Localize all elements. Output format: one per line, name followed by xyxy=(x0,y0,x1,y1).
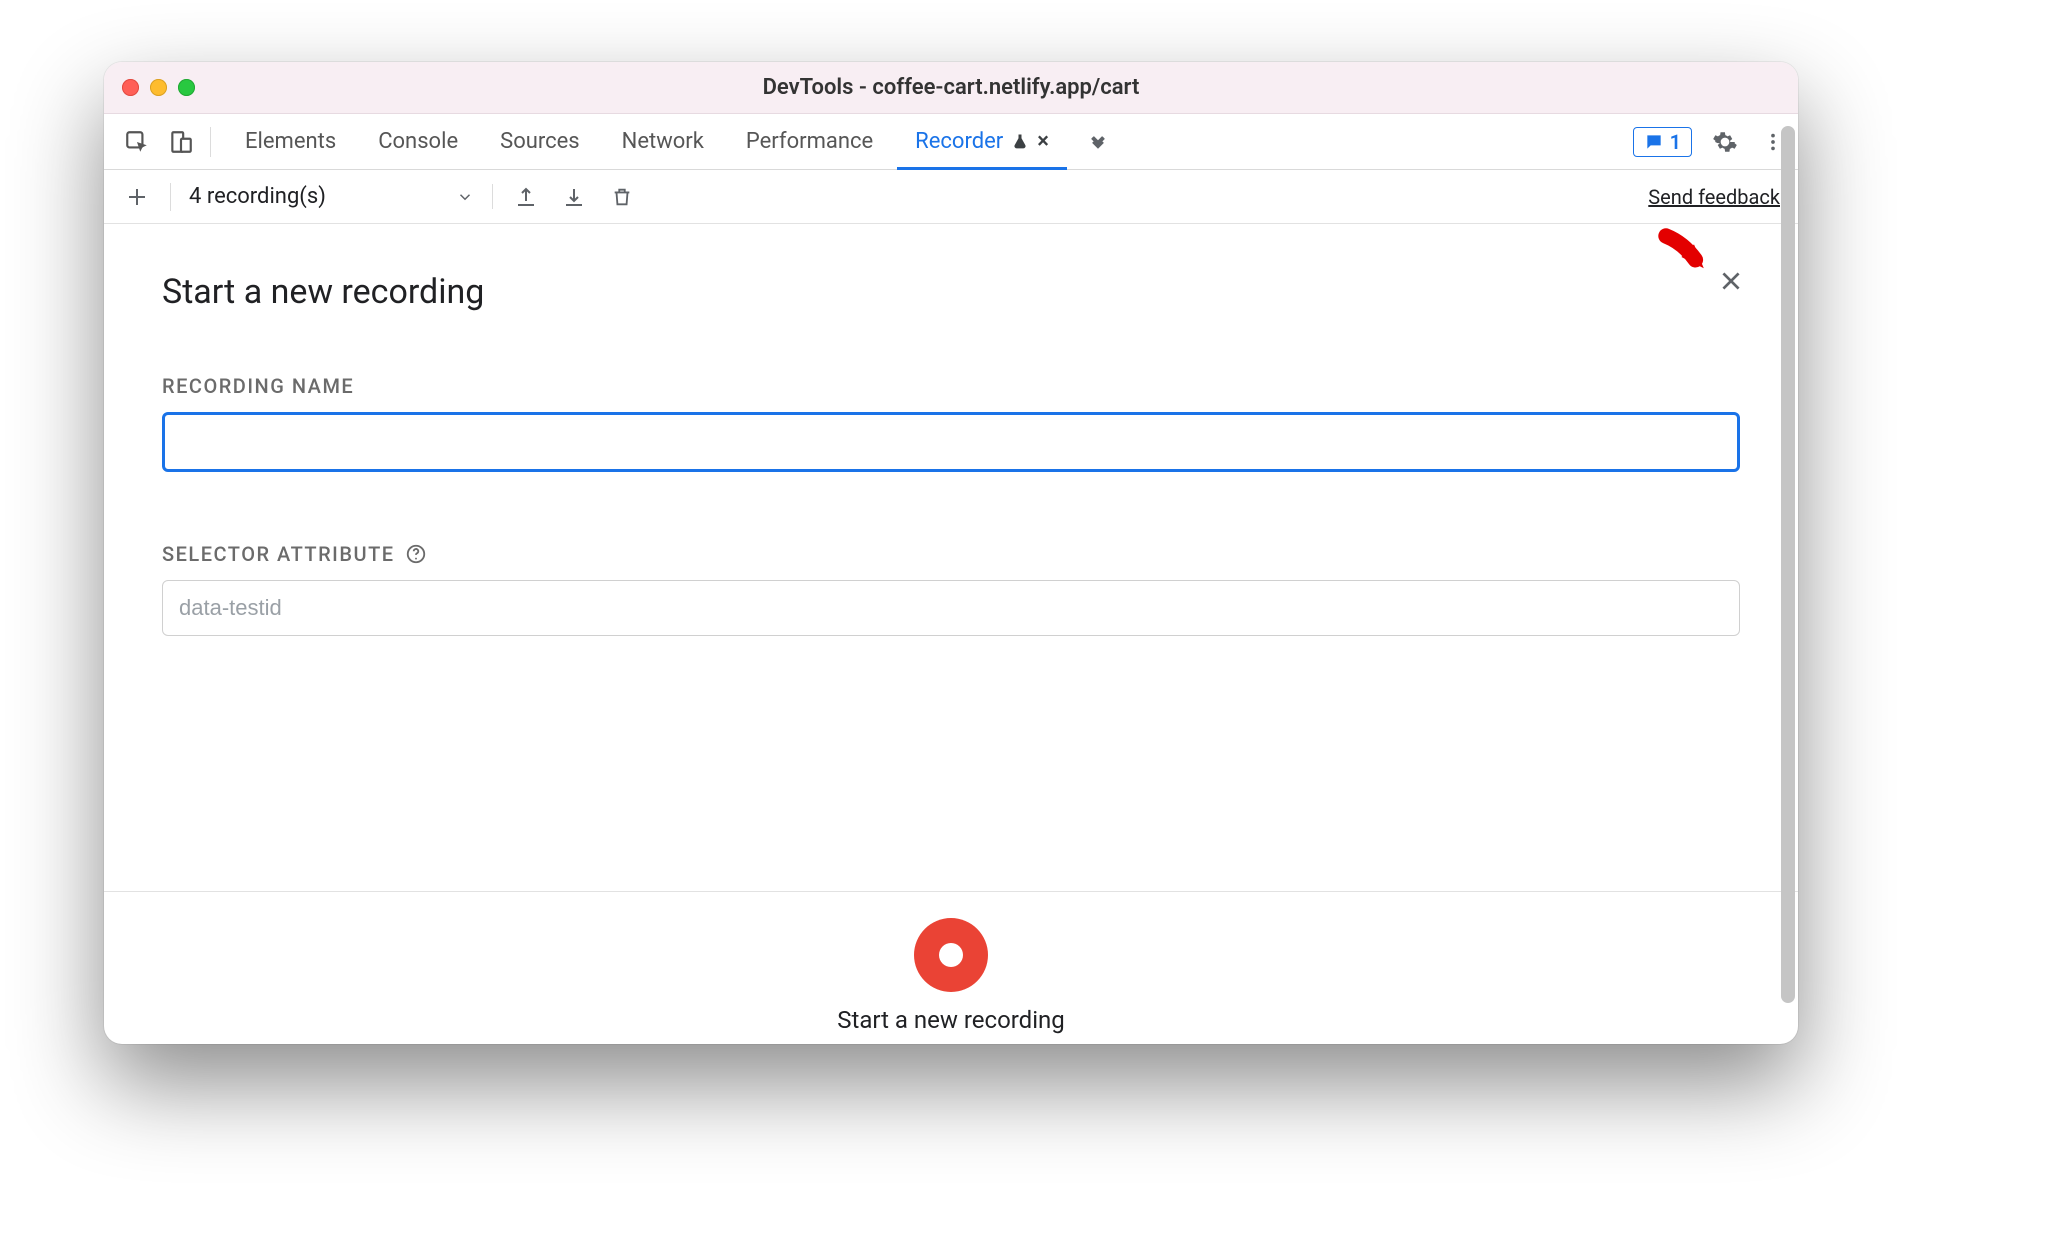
tab-recorder[interactable]: Recorder × xyxy=(897,114,1067,170)
chevron-down-icon xyxy=(456,188,474,206)
tab-label: Performance xyxy=(746,129,873,154)
window-title: DevTools - coffee-cart.netlify.app/cart xyxy=(104,75,1798,100)
help-icon[interactable] xyxy=(405,543,427,565)
window-traffic-lights xyxy=(122,79,195,96)
tab-sources[interactable]: Sources xyxy=(482,114,598,170)
window-close-button[interactable] xyxy=(122,79,139,96)
send-feedback-link[interactable]: Send feedback xyxy=(1648,185,1780,209)
tab-label: Elements xyxy=(245,129,336,154)
record-icon xyxy=(939,943,963,967)
tab-close-icon[interactable]: × xyxy=(1037,129,1049,154)
window-titlebar: DevTools - coffee-cart.netlify.app/cart xyxy=(104,62,1798,114)
start-recording-button[interactable] xyxy=(914,918,988,992)
recordings-dropdown[interactable]: 4 recording(s) xyxy=(189,184,493,209)
devtools-window: DevTools - coffee-cart.netlify.app/cart xyxy=(104,62,1798,1044)
recorder-panel: Start a new recording RECORDING NAME SEL… xyxy=(104,224,1798,1044)
export-icon[interactable] xyxy=(511,182,541,212)
tab-elements[interactable]: Elements xyxy=(227,114,354,170)
panel-close-icon[interactable] xyxy=(1718,268,1744,294)
tab-console[interactable]: Console xyxy=(360,114,476,170)
selector-attribute-input[interactable] xyxy=(162,580,1740,636)
recording-name-label: RECORDING NAME xyxy=(162,374,1740,398)
panel-heading: Start a new recording xyxy=(162,272,1740,312)
import-icon[interactable] xyxy=(559,182,589,212)
tab-label: Network xyxy=(622,129,704,154)
tab-label: Recorder xyxy=(915,129,1003,154)
tab-label: Sources xyxy=(500,129,580,154)
dropdown-label: 4 recording(s) xyxy=(189,184,326,209)
settings-gear-icon[interactable] xyxy=(1710,127,1740,157)
recording-name-input[interactable] xyxy=(162,412,1740,472)
annotation-arrow-icon xyxy=(1652,224,1722,292)
tab-network[interactable]: Network xyxy=(604,114,722,170)
scrollbar[interactable] xyxy=(1781,120,1795,1034)
more-tabs-icon[interactable] xyxy=(1083,127,1113,157)
delete-icon[interactable] xyxy=(607,182,637,212)
device-toolbar-icon[interactable] xyxy=(166,127,196,157)
window-zoom-button[interactable] xyxy=(178,79,195,96)
scrollbar-thumb[interactable] xyxy=(1781,126,1795,1003)
start-recording-label: Start a new recording xyxy=(837,1006,1065,1034)
devtools-tabs: Elements Console Sources Network Perform… xyxy=(104,114,1798,170)
recorder-toolbar: 4 recording(s) Send feedback xyxy=(104,170,1798,224)
inspect-element-icon[interactable] xyxy=(122,127,152,157)
selector-attribute-label: SELECTOR ATTRIBUTE xyxy=(162,542,1740,566)
new-recording-icon[interactable] xyxy=(122,182,152,212)
tab-performance[interactable]: Performance xyxy=(728,114,891,170)
window-minimize-button[interactable] xyxy=(150,79,167,96)
messages-count: 1 xyxy=(1670,130,1681,154)
panel-footer: Start a new recording xyxy=(104,891,1798,1044)
messages-chip[interactable]: 1 xyxy=(1633,127,1692,157)
tab-label: Console xyxy=(378,129,458,154)
flask-experiment-icon xyxy=(1011,133,1029,151)
